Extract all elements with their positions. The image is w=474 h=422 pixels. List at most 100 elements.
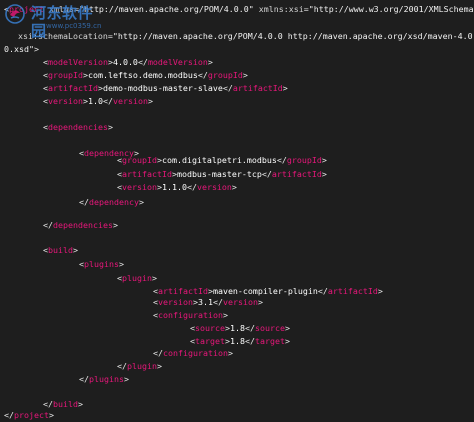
xml-attribute-value: 0.xsd": [4, 44, 34, 54]
code-punctuation: >: [257, 297, 263, 307]
code-punctuation: </: [117, 361, 127, 371]
xml-tag-name: target: [254, 336, 285, 346]
xml-tag-name: version: [222, 297, 258, 307]
xml-tag-name: source: [254, 323, 285, 333]
xml-tag-name: version: [48, 96, 83, 106]
xml-tag-name: configuration: [163, 348, 228, 358]
code-punctuation: </: [186, 182, 197, 192]
code-line: <project xmlns="http://maven.apache.org/…: [4, 3, 474, 15]
xml-tag-name: dependencies: [53, 220, 113, 230]
xml-tag-name: version: [158, 297, 193, 307]
code-line: <version>3.1</version>: [153, 296, 263, 308]
code-punctuation: >: [242, 70, 248, 80]
xml-text-value: 1.1.0: [161, 182, 187, 192]
code-punctuation: >: [77, 399, 83, 409]
code-punctuation: >: [321, 155, 327, 165]
code-punctuation: >: [138, 197, 144, 207]
code-punctuation: >: [147, 96, 153, 106]
xml-tag-name: artifactId: [158, 286, 208, 296]
xml-text-value: modbus-master-tcp: [176, 169, 262, 179]
code-line: <version>1.1.0</version>: [117, 181, 237, 193]
xml-tag-name: plugin: [127, 361, 157, 371]
xml-tag-name: dependency: [89, 197, 139, 207]
code-punctuation: </: [102, 96, 113, 106]
xml-attribute-value: "http://maven.apache.org/POM/4.0.0 http:…: [112, 31, 473, 41]
xml-tag-name: artifactId: [122, 169, 172, 179]
code-line: <modelVersion>4.0.0</modelVersion>: [43, 56, 213, 68]
code-punctuation: </: [197, 70, 208, 80]
xml-tag-name: project: [9, 4, 44, 14]
code-punctuation: >: [282, 83, 288, 93]
xml-tag-name: version: [122, 182, 157, 192]
code-line: <plugin>: [117, 272, 157, 284]
xml-tag-name: groupId: [207, 70, 243, 80]
code-punctuation: >: [284, 323, 290, 333]
code-line: <plugins>: [79, 258, 124, 270]
code-line: <target>1.8</target>: [190, 335, 290, 347]
code-punctuation: >: [207, 57, 213, 67]
code-punctuation: </: [222, 83, 233, 93]
xml-tag-name: groupId: [286, 155, 322, 165]
xml-tag-name: source: [195, 323, 225, 333]
xml-tag-name: artifactId: [48, 83, 98, 93]
xml-tag-name: dependencies: [48, 122, 108, 132]
xml-tag-name: build: [53, 399, 78, 409]
code-punctuation: </: [43, 220, 53, 230]
xml-tag-name: groupId: [48, 70, 83, 80]
xml-tag-name: build: [48, 245, 73, 255]
xml-tag-name: project: [14, 410, 49, 420]
xml-tag-name: artifactId: [232, 83, 283, 93]
xml-attribute-value: "http://www.w3.org/2001/XMLSchema-insta: [308, 4, 474, 14]
code-punctuation: >: [377, 286, 383, 296]
code-line: <version>1.0</version>: [43, 95, 153, 107]
xml-text-value: maven-compiler-plugin: [212, 286, 318, 296]
code-line: <groupId>com.leftso.demo.modbus</groupId…: [43, 69, 248, 81]
xml-tag-name: target: [195, 336, 225, 346]
code-punctuation: </: [79, 374, 89, 384]
code-line: <source>1.8</source>: [190, 322, 290, 334]
code-punctuation: >: [284, 336, 290, 346]
code-line: xsi:schemaLocation="http://maven.apache.…: [18, 30, 473, 42]
code-punctuation: >: [222, 310, 228, 320]
xml-attribute-name: xsi:schemaLocation: [18, 31, 108, 41]
xml-tag-name: configuration: [158, 310, 223, 320]
code-line: </plugins>: [79, 373, 129, 385]
xml-tag-name: version: [112, 96, 148, 106]
code-punctuation: </: [79, 197, 89, 207]
code-punctuation: </: [261, 169, 272, 179]
xml-attribute-name: xmlns: [43, 4, 74, 14]
code-punctuation: >: [321, 169, 327, 179]
code-punctuation: >: [227, 348, 233, 358]
code-line: <groupId>com.digitalpetri.modbus</groupI…: [117, 154, 327, 166]
code-punctuation: >: [112, 220, 118, 230]
code-punctuation: >: [231, 182, 237, 192]
xml-tag-name: plugins: [89, 374, 124, 384]
code-line: </configuration>: [153, 347, 233, 359]
code-punctuation: </: [137, 57, 148, 67]
xml-text-value: demo-modbus-master-slave: [102, 83, 223, 93]
code-line: <configuration>: [153, 309, 228, 321]
code-line: <build>: [43, 244, 78, 256]
xml-tag-name: groupId: [122, 155, 157, 165]
xml-tag-name: modelVersion: [147, 57, 208, 67]
code-punctuation: </: [4, 410, 14, 420]
xml-attribute-value: "http://maven.apache.org/POM/4.0.0": [78, 4, 254, 14]
code-punctuation: >: [123, 374, 129, 384]
xml-text-value: 1.8: [229, 323, 245, 333]
code-line: <artifactId>modbus-master-tcp</artifactI…: [117, 168, 327, 180]
code-punctuation: >: [72, 245, 78, 255]
xml-tag-name: artifactId: [271, 169, 322, 179]
code-line: </dependency>: [79, 196, 144, 208]
code-punctuation: </: [153, 348, 163, 358]
xml-tag-name: plugin: [122, 273, 152, 283]
code-line: <artifactId>demo-modbus-master-slave</ar…: [43, 82, 288, 94]
code-line: 0.xsd">: [4, 43, 39, 55]
code-punctuation: </: [244, 323, 255, 333]
code-punctuation: >: [156, 361, 162, 371]
xml-text-value: com.leftso.demo.modbus: [87, 70, 198, 80]
code-editor[interactable]: <project xmlns="http://maven.apache.org/…: [0, 0, 474, 422]
code-punctuation: </: [276, 155, 287, 165]
code-punctuation: >: [33, 44, 39, 54]
code-line: </dependencies>: [43, 219, 118, 231]
code-punctuation: </: [317, 286, 328, 296]
